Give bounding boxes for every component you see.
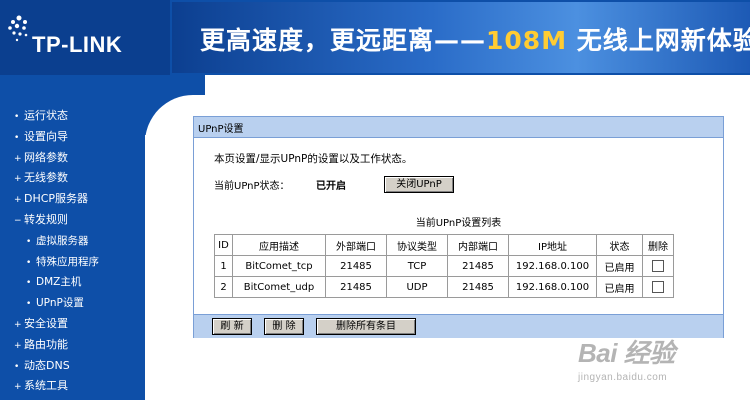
delete-button[interactable]: 删 除: [264, 318, 304, 335]
logo-text: TP-LINK: [32, 32, 123, 57]
banner: 更高速度，更远距离——108M 无线上网新体验: [172, 2, 750, 73]
cell-app: BitComet_udp: [232, 276, 326, 298]
baidu-watermark: Bai 经验 jingyan.baidu.com: [578, 333, 675, 383]
logo: TP-LINK: [0, 0, 170, 75]
col-header-app: 应用描述: [232, 234, 326, 256]
panel-title: UPnP设置: [198, 124, 244, 135]
table-caption: 当前UPnP设置列表: [415, 218, 502, 229]
nav-item-run-status[interactable]: • 运行状态: [14, 106, 99, 127]
nav-item-virtual-server[interactable]: • 虚拟服务器: [14, 231, 99, 252]
col-header-protocol: 协议类型: [386, 234, 448, 256]
nav-item-ddns[interactable]: • 动态DNS: [14, 356, 99, 377]
nav-item-dmz[interactable]: • DMZ主机: [14, 272, 99, 293]
banner-highlight: 108M: [486, 26, 568, 55]
table-row: 2 BitComet_udp 21485 UDP 21485 192.168.0…: [214, 276, 674, 298]
cell-status: 已启用: [596, 276, 643, 298]
page-description: 本页设置/显示UPnP的设置以及工作状态。: [214, 153, 413, 165]
cell-app: BitComet_tcp: [232, 255, 326, 277]
delete-all-button[interactable]: 删除所有条目: [316, 318, 416, 335]
watermark-url: jingyan.baidu.com: [578, 372, 668, 383]
delete-checkbox[interactable]: [652, 281, 664, 293]
cell-int-port: 21485: [447, 255, 509, 277]
refresh-button[interactable]: 刷 新: [212, 318, 252, 335]
nav-item-routing[interactable]: + 路由功能: [14, 335, 99, 356]
banner-slogan: 更高速度，更远距离——108M 无线上网新体验: [200, 26, 750, 55]
col-header-delete: 删除: [642, 234, 674, 256]
nav-menu: • 运行状态 • 设置向导 + 网络参数 + 无线参数 + DHCP服务器 − 转发规则 •…: [14, 106, 99, 397]
col-header-int-port: 内部端口: [447, 234, 509, 256]
cell-protocol: UDP: [386, 276, 448, 298]
header-bar: TP-LINK 更高速度，更远距离——108M 无线上网新体验: [0, 0, 750, 75]
upnp-table: ID 应用描述 外部端口 协议类型 内部端口 IP地址 状态 删除 1 BitC…: [214, 234, 674, 298]
delete-checkbox[interactable]: [652, 260, 664, 272]
table-row: 1 BitComet_tcp 21485 TCP 21485 192.168.0…: [214, 255, 674, 277]
nav-item-system-tools[interactable]: + 系统工具: [14, 376, 99, 397]
cell-ip: 192.168.0.100: [508, 276, 597, 298]
nav-item-special-apps[interactable]: • 特殊应用程序: [14, 252, 99, 273]
cell-ext-port: 21485: [325, 255, 387, 277]
col-header-ip: IP地址: [508, 234, 597, 256]
cell-delete: [642, 255, 674, 277]
nav-item-dhcp[interactable]: + DHCP服务器: [14, 189, 99, 210]
disable-upnp-button[interactable]: 关闭UPnP: [384, 176, 454, 193]
col-header-status: 状态: [596, 234, 643, 256]
table-header-row: ID 应用描述 外部端口 协议类型 内部端口 IP地址 状态 删除: [214, 234, 674, 256]
logo-dots-icon: [8, 15, 28, 42]
cell-ext-port: 21485: [325, 276, 387, 298]
cell-id: 1: [214, 255, 233, 277]
panel-header: UPnP设置: [194, 117, 723, 138]
upnp-status-label: 当前UPnP状态：: [214, 181, 290, 192]
cell-int-port: 21485: [447, 276, 509, 298]
nav-item-network[interactable]: + 网络参数: [14, 148, 99, 169]
cell-id: 2: [214, 276, 233, 298]
nav-item-wireless[interactable]: + 无线参数: [14, 168, 99, 189]
cell-ip: 192.168.0.100: [508, 255, 597, 277]
upnp-panel: UPnP设置 本页设置/显示UPnP的设置以及工作状态。 当前UPnP状态： 已…: [193, 116, 724, 338]
cell-protocol: TCP: [386, 255, 448, 277]
watermark-main: Bai 经验: [578, 338, 675, 368]
cell-status: 已启用: [596, 255, 643, 277]
upnp-status-value: 已开启: [316, 181, 346, 192]
nav-item-upnp[interactable]: • UPnP设置: [14, 293, 99, 314]
nav-item-setup-wizard[interactable]: • 设置向导: [14, 127, 99, 148]
nav-item-security[interactable]: + 安全设置: [14, 314, 99, 335]
col-header-id: ID: [214, 234, 233, 256]
nav-item-forwarding[interactable]: − 转发规则: [14, 210, 99, 231]
cell-delete: [642, 276, 674, 298]
col-header-ext-port: 外部端口: [325, 234, 387, 256]
